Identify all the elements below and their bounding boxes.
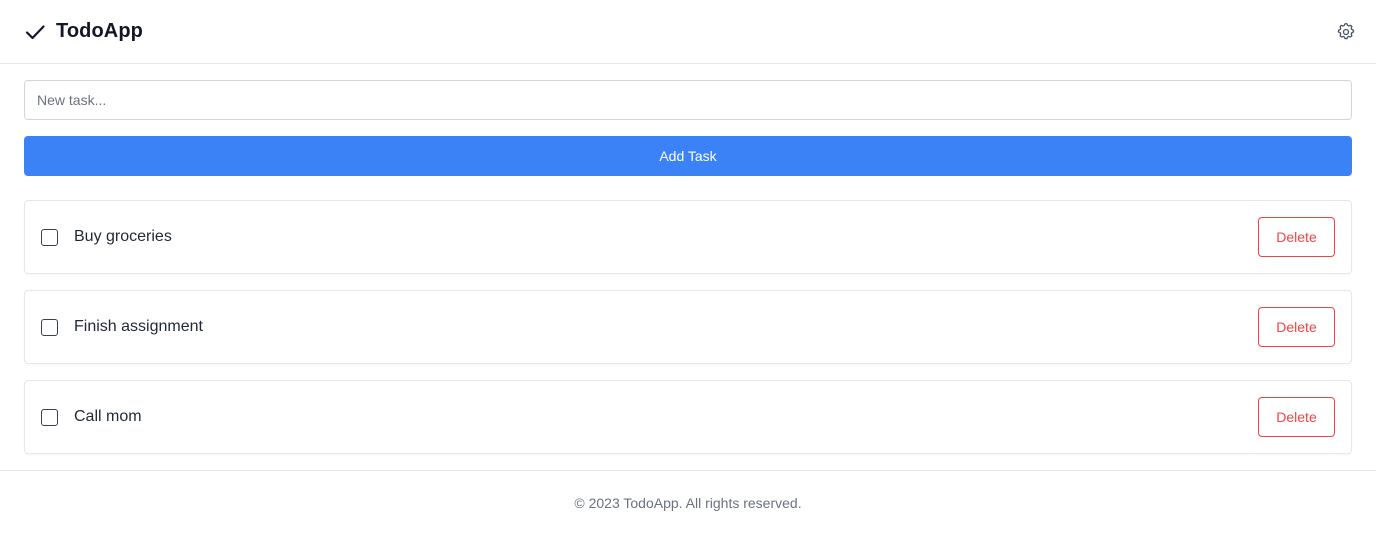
task-item: Buy groceries Delete <box>24 200 1352 274</box>
check-icon <box>24 21 46 43</box>
task-label: Buy groceries <box>74 228 172 245</box>
app-footer: © 2023 TodoApp. All rights reserved. <box>0 470 1376 534</box>
add-task-button[interactable]: Add Task <box>24 136 1352 176</box>
app-title: TodoApp <box>56 20 143 42</box>
todo-app: TodoApp Add Task Buy groceries Delete <box>0 0 1376 534</box>
task-list: Buy groceries Delete Finish assignment D… <box>24 200 1352 454</box>
task-checkbox[interactable] <box>41 318 58 336</box>
brand: TodoApp <box>24 20 143 43</box>
settings-button[interactable] <box>1334 20 1358 44</box>
app-header: TodoApp <box>0 0 1376 64</box>
delete-task-button[interactable]: Delete <box>1258 307 1335 347</box>
main-content: Add Task Buy groceries Delete Finish ass… <box>0 64 1376 454</box>
new-task-input[interactable] <box>24 80 1352 120</box>
task-checkbox[interactable] <box>41 228 58 246</box>
gear-icon <box>1336 22 1356 42</box>
task-checkbox[interactable] <box>41 408 58 426</box>
copyright-text: © 2023 TodoApp. All rights reserved. <box>574 494 802 511</box>
delete-task-button[interactable]: Delete <box>1258 217 1335 257</box>
task-label: Call mom <box>74 408 142 425</box>
task-label: Finish assignment <box>74 318 203 335</box>
task-item: Call mom Delete <box>24 380 1352 454</box>
delete-task-button[interactable]: Delete <box>1258 397 1335 437</box>
task-item: Finish assignment Delete <box>24 290 1352 364</box>
